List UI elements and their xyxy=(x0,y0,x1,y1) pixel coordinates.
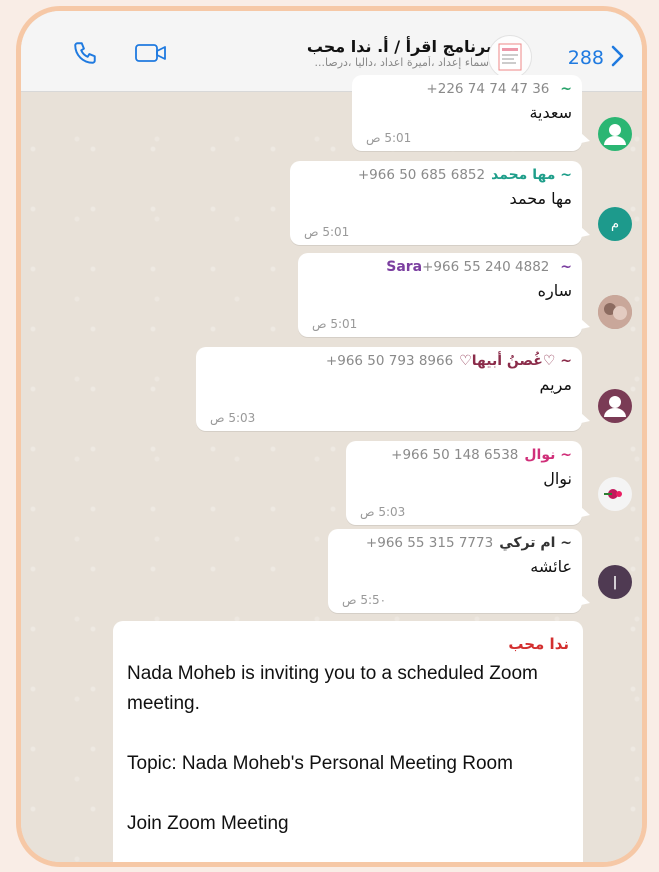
sender-name: ~ مها محمد xyxy=(491,167,572,183)
message-text: نوال xyxy=(543,469,572,488)
avatar-letter: | xyxy=(612,574,618,590)
sender-name: ~ ♡غُصنُ أبيها♡ xyxy=(459,353,572,369)
sender-phone: +966 50 685 6852 xyxy=(357,167,486,183)
join-line: Join Zoom Meeting xyxy=(127,813,289,834)
chevron-right-icon xyxy=(611,45,624,67)
sender-phone: +966 50 793 8966 xyxy=(325,353,454,369)
phone-icon xyxy=(74,42,96,64)
invite-line: Nada Moheb is inviting you to a schedule… xyxy=(127,663,538,714)
flower-icon xyxy=(604,489,622,499)
avatar[interactable]: | xyxy=(598,565,632,599)
sender-phone: +226 74 74 47 36 xyxy=(426,81,550,97)
message[interactable]: ~ نوال +966 50 148 6538 نوال 5:03 ص xyxy=(346,441,590,525)
avatar-image xyxy=(598,295,632,329)
message-time: 5:01 ص xyxy=(366,131,412,145)
unread-count[interactable]: 288 xyxy=(568,47,604,69)
message-text: مريم xyxy=(539,375,573,394)
sender-phone: +966 55 240 4882 xyxy=(422,259,550,275)
message[interactable]: ~ +226 74 74 47 36 سعدية 5:01 ص xyxy=(352,75,590,151)
zoom-invite-message[interactable]: ندا محب Nada Moheb is inviting you to a … xyxy=(113,621,583,862)
message-text: سعدية xyxy=(529,103,572,122)
sender-phone: +966 55 315 7773 xyxy=(365,535,494,551)
sender-name: ~ ام تركي xyxy=(499,535,572,551)
group-avatar[interactable] xyxy=(488,35,532,79)
sender-name: ~ نوال xyxy=(524,447,572,463)
avatar[interactable] xyxy=(598,477,632,511)
phone-frame: برنامج اقرأ / أ. ندا محب أسماء إعداد ،أم… xyxy=(16,6,647,867)
avatar[interactable] xyxy=(598,389,632,423)
avatar[interactable] xyxy=(598,295,632,329)
group-avatar-image xyxy=(498,43,522,71)
avatar[interactable]: م xyxy=(598,207,632,241)
chat-subtitle: أسماء إعداد ،أميرة اعداد ،داليا ،درصا... xyxy=(314,56,492,69)
message[interactable]: ~ مها محمد +966 50 685 6852 مها محمد 5:01… xyxy=(290,161,590,245)
chat-title: برنامج اقرأ / أ. ندا محب xyxy=(306,37,492,56)
message-text: Nada Moheb is inviting you to a schedule… xyxy=(127,659,569,839)
video-icon xyxy=(135,44,166,62)
person-icon xyxy=(604,124,626,145)
message-text: عائشه xyxy=(530,557,572,576)
voice-call-button[interactable] xyxy=(71,39,99,67)
topic-line: Topic: Nada Moheb's Personal Meeting Roo… xyxy=(127,753,513,774)
message-text: مها محمد xyxy=(509,189,572,208)
message[interactable]: ~ Sara+966 55 240 4882 ساره 5:01 ص xyxy=(298,253,590,337)
person-icon xyxy=(604,396,626,417)
message-text: ساره xyxy=(537,281,572,300)
message-time: 5:03 ص xyxy=(360,505,406,519)
chat-title-block[interactable]: برنامج اقرأ / أ. ندا محب أسماء إعداد ،أم… xyxy=(201,37,492,69)
video-call-button[interactable] xyxy=(133,39,169,67)
message-time: 5:01 ص xyxy=(304,225,350,239)
sender-phone: +966 50 148 6538 xyxy=(391,447,519,463)
message-time: 5:03 ص xyxy=(210,411,256,425)
message-time: 5:5٠ ص xyxy=(342,593,387,607)
avatar[interactable] xyxy=(598,117,632,151)
sender-name: ندا محب xyxy=(508,635,569,653)
message[interactable]: ~ ♡غُصنُ أبيها♡ +966 50 793 8966 مريم 5:0… xyxy=(196,347,590,431)
back-button[interactable] xyxy=(606,43,628,69)
message[interactable]: ~ ام تركي +966 55 315 7773 عائشه 5:5٠ ص xyxy=(328,529,590,613)
sender-name: ~ xyxy=(555,81,572,97)
message-time: 5:01 ص xyxy=(312,317,358,331)
